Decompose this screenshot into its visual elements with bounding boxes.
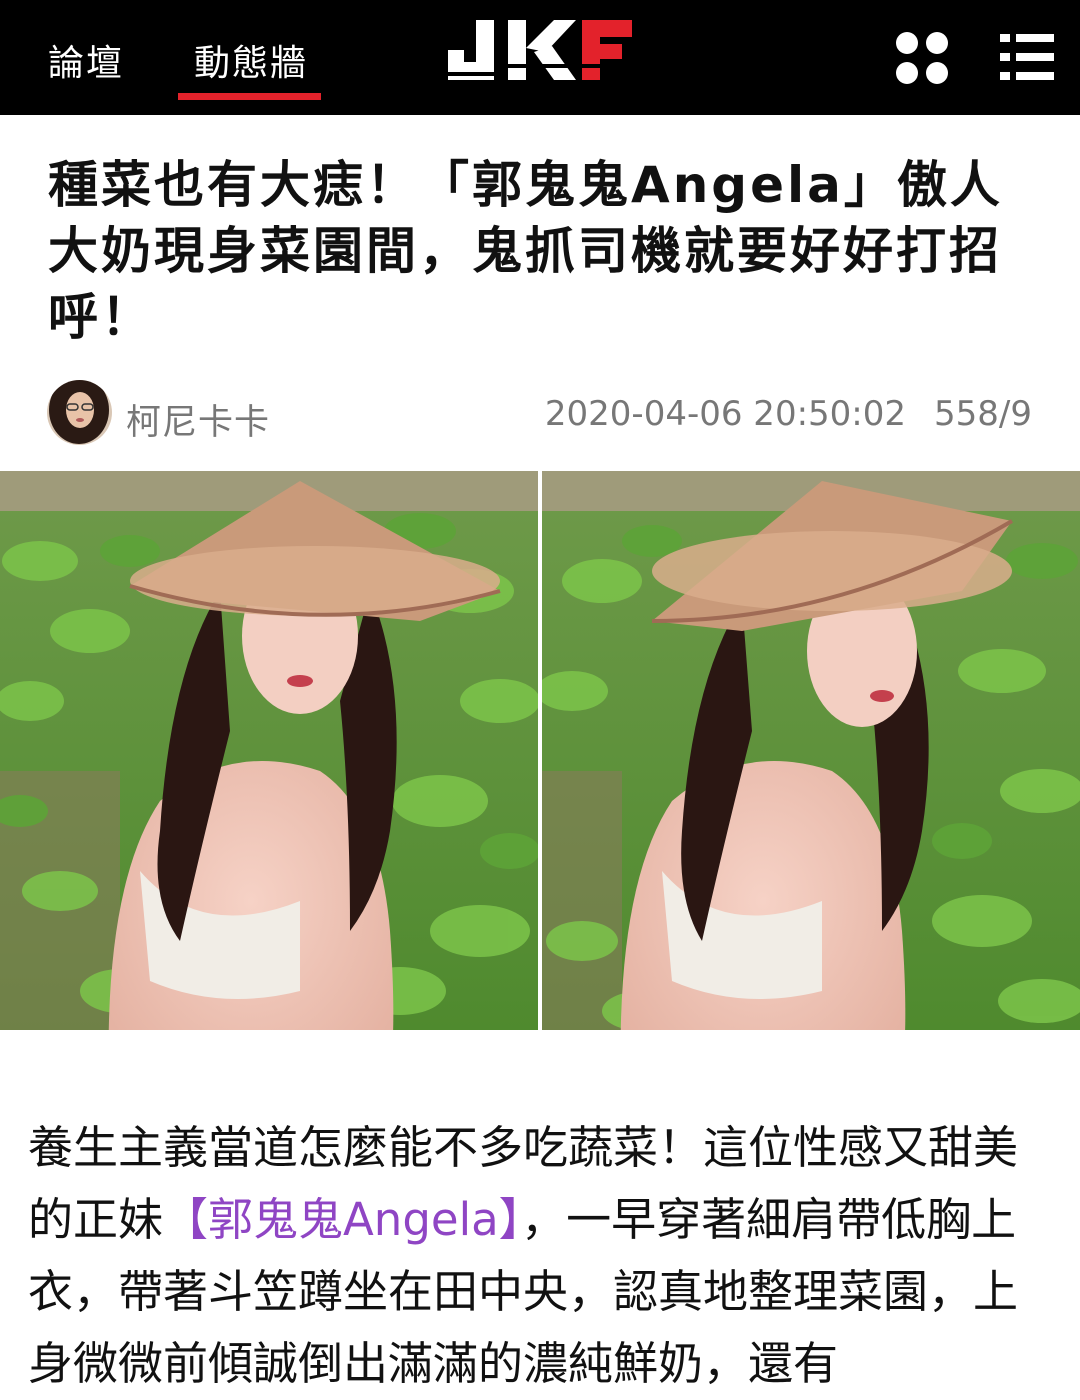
article-title: 種菜也有大痣！「郭鬼鬼Angela」傲人大奶現身菜園間，鬼抓司機就要好好打招呼！	[48, 156, 1003, 346]
top-navigation-bar: 論壇 動態牆	[0, 0, 1080, 115]
jkf-logo[interactable]	[448, 12, 632, 88]
model-name-link[interactable]: 【郭鬼鬼Angela】	[163, 1193, 521, 1246]
article-photo-left[interactable]	[0, 471, 538, 1030]
article-body: 養生主義當道怎麼能不多吃蔬菜！這位性感又甜美的正妹【郭鬼鬼Angela】，一早穿…	[28, 1112, 1058, 1400]
post-datetime: 2020-04-06 20:50:02	[544, 394, 907, 434]
grid-icon[interactable]	[894, 30, 950, 86]
author-name[interactable]: 柯尼卡卡	[126, 394, 270, 445]
tab-forum[interactable]: 論壇	[48, 34, 124, 86]
article-meta: 2020-04-06 20:50:02 558/9	[545, 394, 1032, 434]
menu-icon[interactable]	[1000, 30, 1054, 84]
tab-activity-wall[interactable]: 動態牆	[194, 34, 308, 86]
article-photo-right[interactable]	[542, 471, 1080, 1030]
view-count: 558/9	[934, 394, 1032, 434]
active-tab-indicator	[178, 93, 321, 100]
author-avatar[interactable]	[47, 380, 112, 445]
